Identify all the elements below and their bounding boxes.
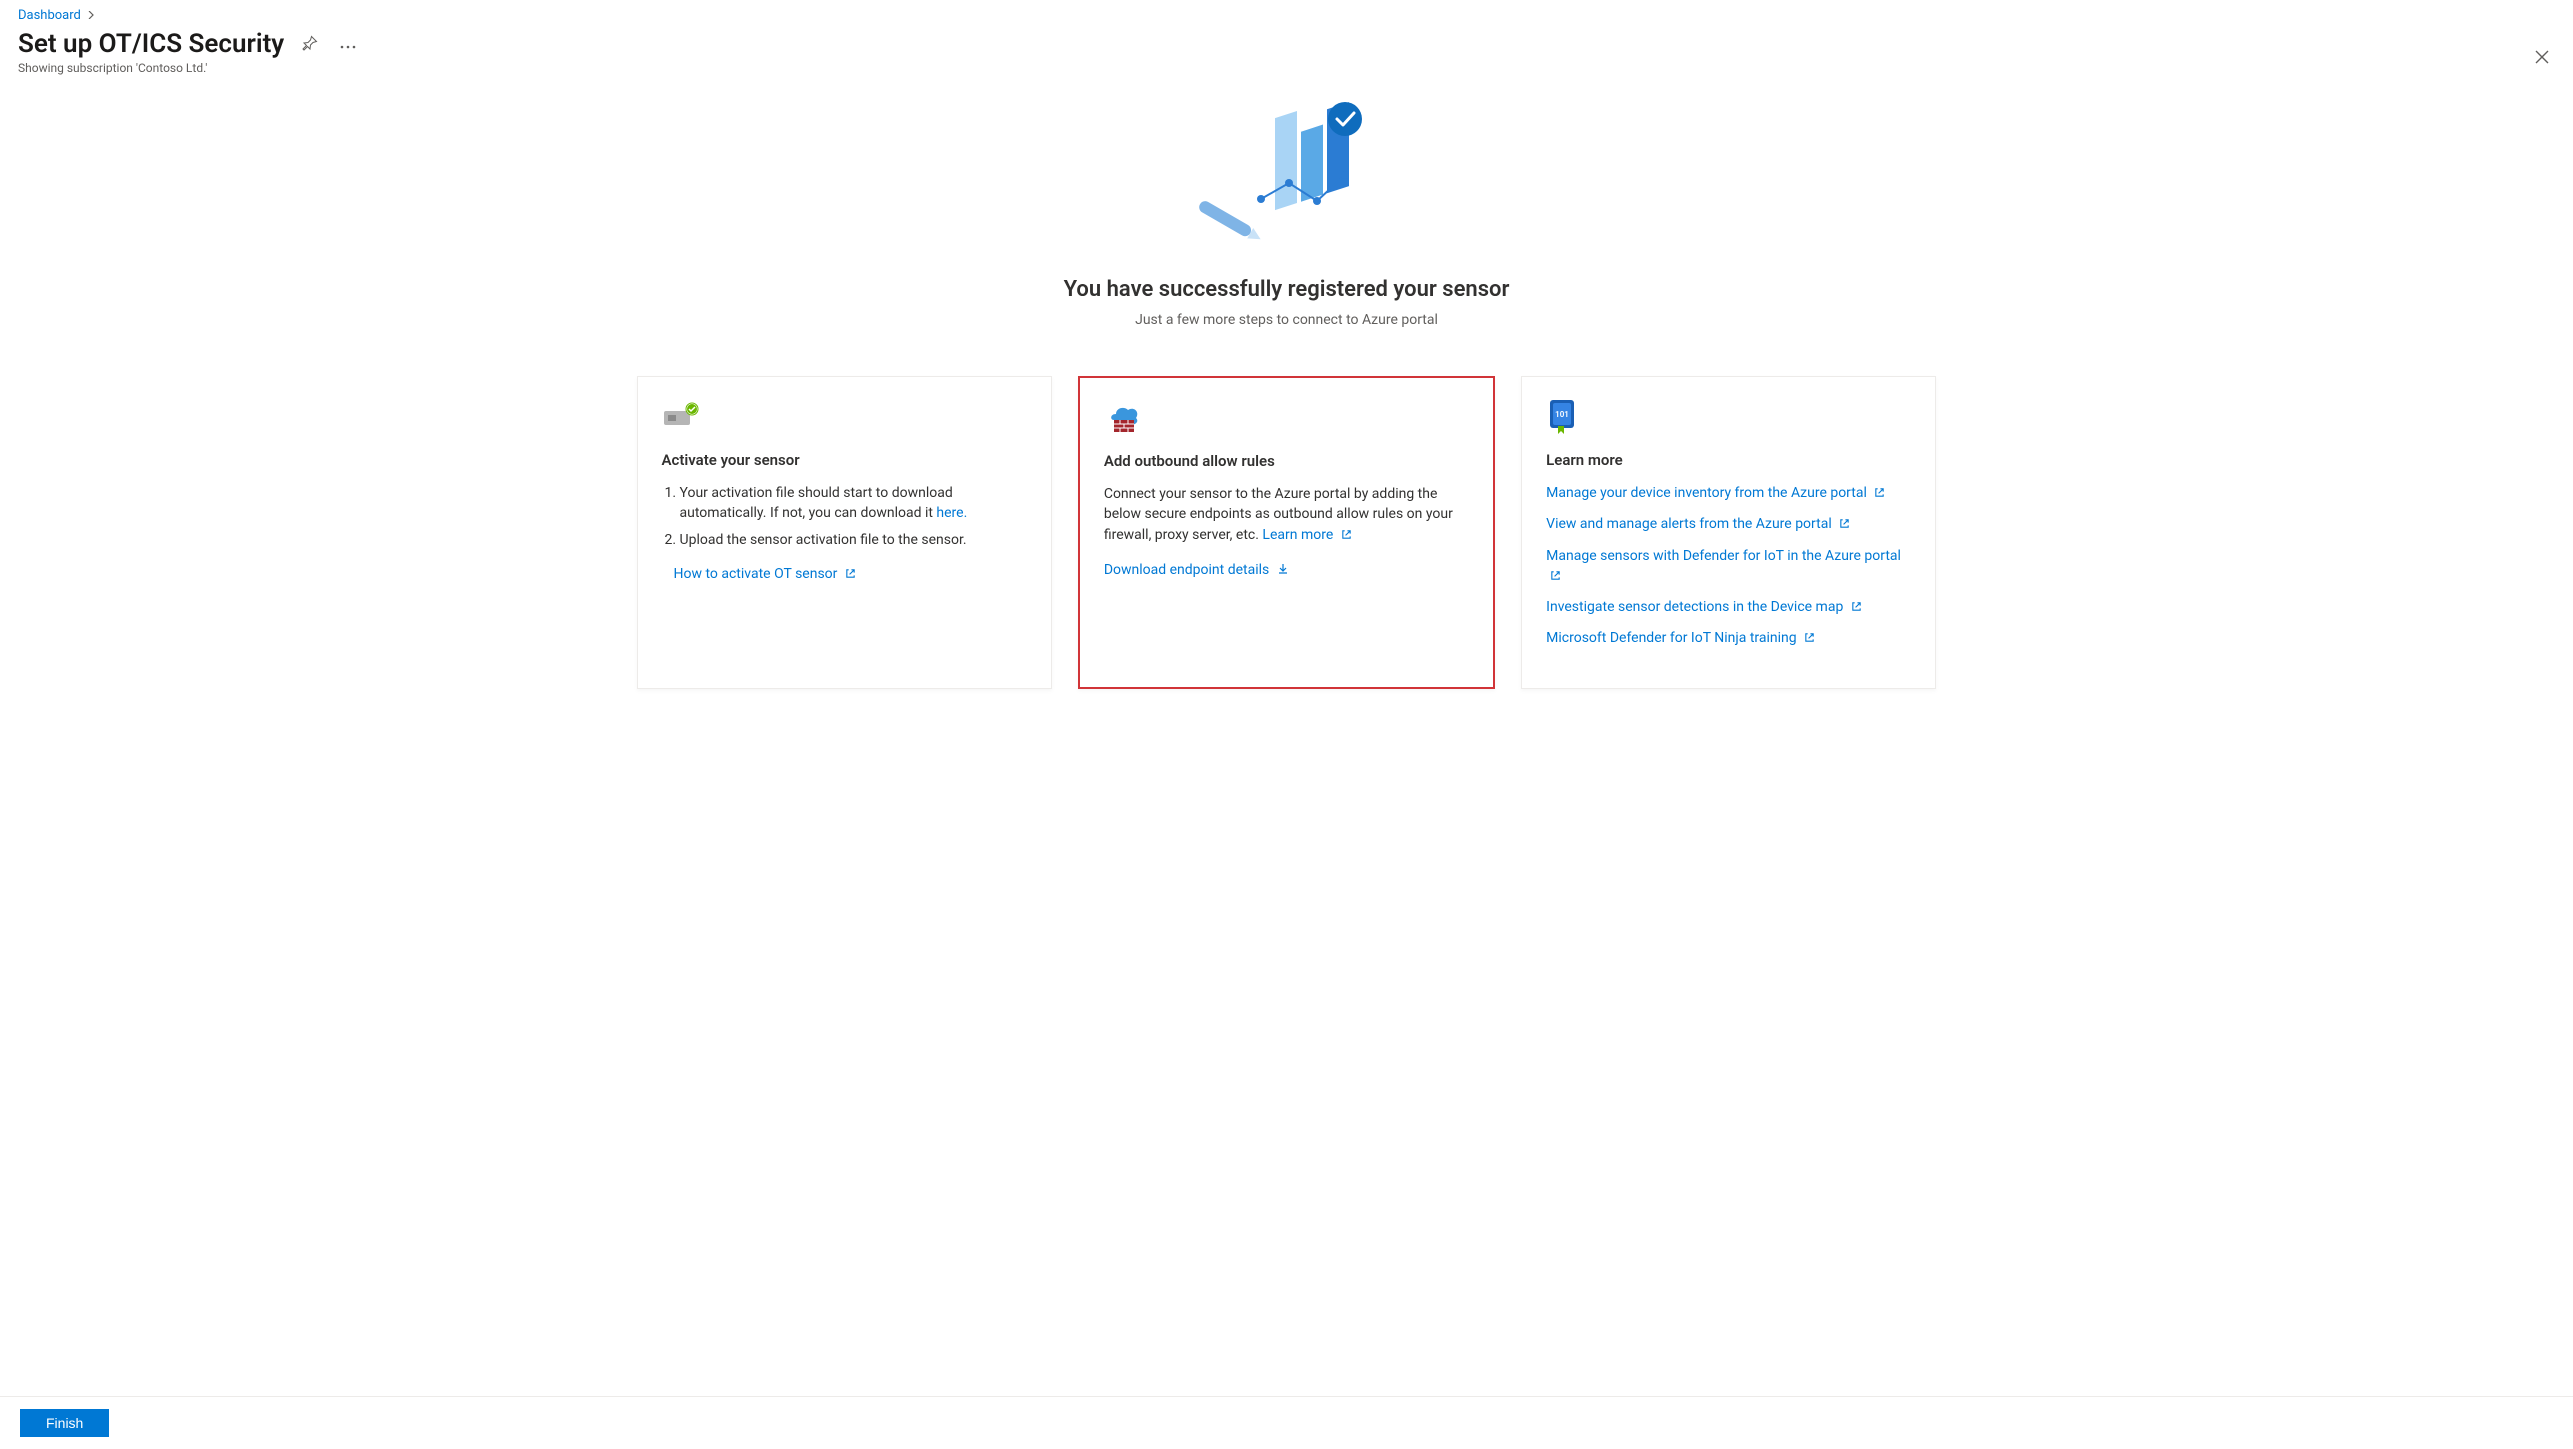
learn-link-label: Manage your device inventory from the Az… [1546, 485, 1867, 501]
pin-icon [302, 35, 318, 54]
cards-row: Activate your sensor Your activation fil… [637, 376, 1937, 689]
sensor-device-icon [662, 399, 1027, 433]
success-heading: You have successfully registered your se… [1064, 277, 1510, 302]
close-button[interactable] [2529, 44, 2555, 75]
learn-link-ninja-training[interactable]: Microsoft Defender for IoT Ninja trainin… [1546, 630, 1815, 646]
card-learn-title: Learn more [1546, 451, 1911, 469]
close-icon [2535, 51, 2549, 68]
success-illustration [1197, 89, 1377, 249]
outbound-body-paragraph: Connect your sensor to the Azure portal … [1104, 484, 1469, 546]
more-horizontal-icon [340, 37, 356, 52]
card-activate-sensor: Activate your sensor Your activation fil… [637, 376, 1052, 689]
external-link-icon [1550, 567, 1561, 587]
external-link-icon [1341, 526, 1352, 546]
page-header: Dashboard Set up OT/ICS Security Showing… [0, 0, 2573, 79]
external-link-icon [1839, 515, 1850, 535]
activate-step-1: Your activation file should start to dow… [680, 483, 1027, 524]
breadcrumb-link-dashboard[interactable]: Dashboard [18, 8, 81, 23]
download-here-link[interactable]: here. [936, 505, 967, 521]
learn-link-inventory[interactable]: Manage your device inventory from the Az… [1546, 485, 1885, 501]
activate-steps-list: Your activation file should start to dow… [662, 483, 1027, 550]
svg-text:101: 101 [1555, 410, 1569, 419]
how-to-activate-link-label: How to activate OT sensor [674, 566, 838, 582]
external-link-icon [1874, 484, 1885, 504]
learn-link-label: Manage sensors with Defender for IoT in … [1546, 548, 1901, 564]
chevron-right-icon [87, 9, 95, 22]
card-learn-more: 101 Learn more Manage your device invent… [1521, 376, 1936, 689]
learn-link-label: View and manage alerts from the Azure po… [1546, 516, 1832, 532]
learn-link-manage-sensors[interactable]: Manage sensors with Defender for IoT in … [1546, 548, 1901, 584]
cloud-firewall-icon [1104, 400, 1469, 434]
page-footer: Finish [0, 1396, 2573, 1449]
page-title: Set up OT/ICS Security [18, 29, 284, 59]
more-button[interactable] [336, 33, 360, 56]
download-endpoint-details-link[interactable]: Download endpoint details [1104, 562, 1289, 578]
finish-button[interactable]: Finish [20, 1409, 109, 1437]
learn-link-device-map[interactable]: Investigate sensor detections in the Dev… [1546, 599, 1862, 615]
card-outbound-title: Add outbound allow rules [1104, 452, 1469, 470]
how-to-activate-link[interactable]: How to activate OT sensor [674, 566, 856, 582]
download-endpoint-details-label: Download endpoint details [1104, 562, 1269, 578]
main-content: You have successfully registered your se… [0, 79, 2573, 1396]
external-link-icon [1851, 598, 1862, 618]
external-link-icon [845, 565, 856, 585]
book-icon: 101 [1546, 399, 1911, 433]
learn-more-link-list: Manage your device inventory from the Az… [1546, 483, 1911, 650]
learn-link-label: Microsoft Defender for IoT Ninja trainin… [1546, 630, 1796, 646]
card-activate-title: Activate your sensor [662, 451, 1027, 469]
success-subheading: Just a few more steps to connect to Azur… [1135, 312, 1438, 328]
learn-link-label: Investigate sensor detections in the Dev… [1546, 599, 1843, 615]
outbound-learn-more-label: Learn more [1262, 527, 1333, 543]
learn-link-alerts[interactable]: View and manage alerts from the Azure po… [1546, 516, 1850, 532]
activate-step-1-text: Your activation file should start to dow… [680, 485, 953, 521]
breadcrumb: Dashboard [18, 8, 2555, 23]
outbound-learn-more-link[interactable]: Learn more [1262, 527, 1351, 543]
pin-button[interactable] [298, 31, 322, 58]
page-subtitle: Showing subscription 'Contoso Ltd.' [18, 61, 2555, 75]
external-link-icon [1804, 629, 1815, 649]
card-outbound-rules: Add outbound allow rules Connect your se… [1078, 376, 1495, 689]
activate-step-2: Upload the sensor activation file to the… [680, 530, 1027, 550]
download-icon [1277, 561, 1289, 581]
title-row: Set up OT/ICS Security [18, 29, 2555, 59]
